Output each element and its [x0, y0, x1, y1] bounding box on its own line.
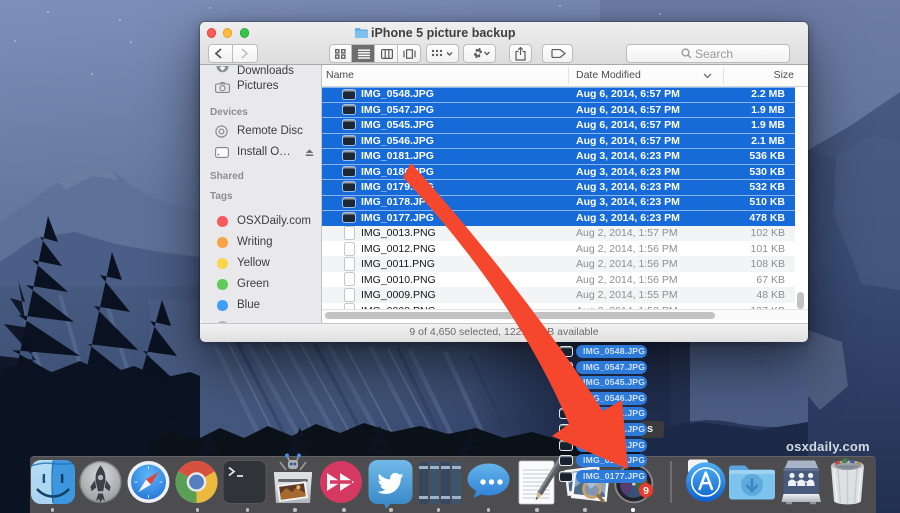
svg-text:9: 9	[643, 485, 649, 497]
